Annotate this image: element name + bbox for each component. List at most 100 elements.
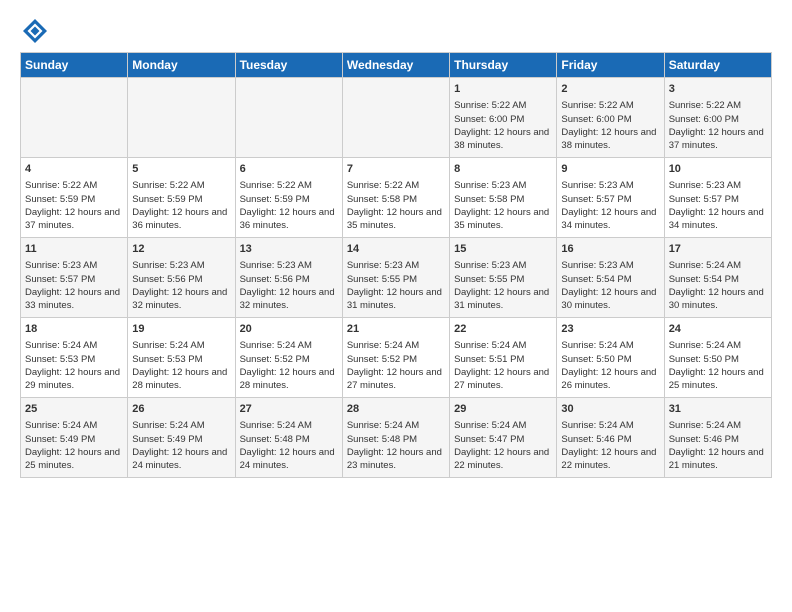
cell-content: Sunrise: 5:24 AMSunset: 5:50 PMDaylight:…: [669, 339, 767, 392]
day-number: 15: [454, 242, 552, 257]
calendar-cell: [342, 78, 449, 158]
cell-content: Sunrise: 5:22 AMSunset: 5:59 PMDaylight:…: [25, 179, 123, 232]
calendar-cell: 25 Sunrise: 5:24 AMSunset: 5:49 PMDayligh…: [21, 398, 128, 478]
day-number: 28: [347, 402, 445, 417]
calendar-cell: 15 Sunrise: 5:23 AMSunset: 5:55 PMDayligh…: [450, 238, 557, 318]
logo-icon: [20, 16, 50, 46]
calendar-cell: 23Sunrise: 5:24 AMSunset: 5:50 PMDayligh…: [557, 318, 664, 398]
calendar-cell: 21Sunrise: 5:24 AMSunset: 5:52 PMDayligh…: [342, 318, 449, 398]
calendar-cell: 2 Sunrise: 5:22 AMSunset: 6:00 PMDaylight…: [557, 78, 664, 158]
cell-content: Sunrise: 5:23 AMSunset: 5:58 PMDaylight:…: [454, 179, 552, 232]
day-number: 2: [561, 82, 659, 97]
cell-content: Sunrise: 5:23 AMSunset: 5:57 PMDaylight:…: [25, 259, 123, 312]
weekday-header: Thursday: [450, 53, 557, 78]
calendar-cell: 28 Sunrise: 5:24 AMSunset: 5:48 PMDayligh…: [342, 398, 449, 478]
calendar-cell: 22 Sunrise: 5:24 AMSunset: 5:51 PMDayligh…: [450, 318, 557, 398]
day-number: 27: [240, 402, 338, 417]
cell-content: Sunrise: 5:22 AMSunset: 6:00 PMDaylight:…: [669, 99, 767, 152]
cell-content: Sunrise: 5:24 AMSunset: 5:52 PMDaylight:…: [240, 339, 338, 392]
day-number: 1: [454, 82, 552, 97]
day-number: 29: [454, 402, 552, 417]
day-number: 24: [669, 322, 767, 337]
day-number: 12: [132, 242, 230, 257]
calendar-cell: 8Sunrise: 5:23 AMSunset: 5:58 PMDaylight…: [450, 158, 557, 238]
calendar-cell: [128, 78, 235, 158]
calendar-cell: 14 Sunrise: 5:23 AMSunset: 5:55 PMDayligh…: [342, 238, 449, 318]
calendar-week-row: 4 Sunrise: 5:22 AMSunset: 5:59 PMDaylight…: [21, 158, 772, 238]
day-number: 14: [347, 242, 445, 257]
calendar-cell: 6Sunrise: 5:22 AMSunset: 5:59 PMDaylight…: [235, 158, 342, 238]
day-number: 9: [561, 162, 659, 177]
weekday-header: Saturday: [664, 53, 771, 78]
calendar-week-row: 18 Sunrise: 5:24 AMSunset: 5:53 PMDayligh…: [21, 318, 772, 398]
calendar-cell: 30 Sunrise: 5:24 AMSunset: 5:46 PMDayligh…: [557, 398, 664, 478]
calendar-cell: 19Sunrise: 5:24 AMSunset: 5:53 PMDayligh…: [128, 318, 235, 398]
weekday-header: Wednesday: [342, 53, 449, 78]
cell-content: Sunrise: 5:24 AMSunset: 5:48 PMDaylight:…: [240, 419, 338, 472]
day-number: 17: [669, 242, 767, 257]
cell-content: Sunrise: 5:23 AMSunset: 5:55 PMDaylight:…: [347, 259, 445, 312]
weekday-header: Monday: [128, 53, 235, 78]
calendar-cell: 10 Sunrise: 5:23 AMSunset: 5:57 PMDayligh…: [664, 158, 771, 238]
day-number: 26: [132, 402, 230, 417]
cell-content: Sunrise: 5:24 AMSunset: 5:54 PMDaylight:…: [669, 259, 767, 312]
cell-content: Sunrise: 5:24 AMSunset: 5:53 PMDaylight:…: [25, 339, 123, 392]
weekday-header-row: SundayMondayTuesdayWednesdayThursdayFrid…: [21, 53, 772, 78]
calendar-week-row: 11 Sunrise: 5:23 AMSunset: 5:57 PMDayligh…: [21, 238, 772, 318]
calendar-week-row: 1 Sunrise: 5:22 AMSunset: 6:00 PMDaylight…: [21, 78, 772, 158]
calendar-week-row: 25 Sunrise: 5:24 AMSunset: 5:49 PMDayligh…: [21, 398, 772, 478]
cell-content: Sunrise: 5:23 AMSunset: 5:57 PMDaylight:…: [561, 179, 659, 232]
day-number: 19: [132, 322, 230, 337]
calendar-cell: [235, 78, 342, 158]
day-number: 10: [669, 162, 767, 177]
day-number: 21: [347, 322, 445, 337]
calendar-cell: 31 Sunrise: 5:24 AMSunset: 5:46 PMDayligh…: [664, 398, 771, 478]
calendar-cell: 3 Sunrise: 5:22 AMSunset: 6:00 PMDaylight…: [664, 78, 771, 158]
cell-content: Sunrise: 5:23 AMSunset: 5:57 PMDaylight:…: [669, 179, 767, 232]
day-number: 7: [347, 162, 445, 177]
day-number: 30: [561, 402, 659, 417]
weekday-header: Friday: [557, 53, 664, 78]
logo: [20, 16, 54, 46]
day-number: 25: [25, 402, 123, 417]
calendar-table: SundayMondayTuesdayWednesdayThursdayFrid…: [20, 52, 772, 478]
day-number: 31: [669, 402, 767, 417]
cell-content: Sunrise: 5:24 AMSunset: 5:48 PMDaylight:…: [347, 419, 445, 472]
calendar-cell: 9 Sunrise: 5:23 AMSunset: 5:57 PMDaylight…: [557, 158, 664, 238]
cell-content: Sunrise: 5:24 AMSunset: 5:46 PMDaylight:…: [561, 419, 659, 472]
cell-content: Sunrise: 5:24 AMSunset: 5:51 PMDaylight:…: [454, 339, 552, 392]
day-number: 11: [25, 242, 123, 257]
day-number: 22: [454, 322, 552, 337]
day-number: 13: [240, 242, 338, 257]
cell-content: Sunrise: 5:22 AMSunset: 6:00 PMDaylight:…: [561, 99, 659, 152]
weekday-header: Tuesday: [235, 53, 342, 78]
calendar-cell: 7 Sunrise: 5:22 AMSunset: 5:58 PMDaylight…: [342, 158, 449, 238]
cell-content: Sunrise: 5:22 AMSunset: 5:59 PMDaylight:…: [240, 179, 338, 232]
day-number: 3: [669, 82, 767, 97]
calendar-cell: 12 Sunrise: 5:23 AMSunset: 5:56 PMDayligh…: [128, 238, 235, 318]
calendar-cell: [21, 78, 128, 158]
cell-content: Sunrise: 5:24 AMSunset: 5:49 PMDaylight:…: [132, 419, 230, 472]
calendar-cell: 13 Sunrise: 5:23 AMSunset: 5:56 PMDayligh…: [235, 238, 342, 318]
calendar-cell: 5Sunrise: 5:22 AMSunset: 5:59 PMDaylight…: [128, 158, 235, 238]
day-number: 4: [25, 162, 123, 177]
calendar-cell: 4 Sunrise: 5:22 AMSunset: 5:59 PMDaylight…: [21, 158, 128, 238]
day-number: 20: [240, 322, 338, 337]
cell-content: Sunrise: 5:23 AMSunset: 5:56 PMDaylight:…: [132, 259, 230, 312]
cell-content: Sunrise: 5:24 AMSunset: 5:47 PMDaylight:…: [454, 419, 552, 472]
day-number: 23: [561, 322, 659, 337]
calendar-cell: 18 Sunrise: 5:24 AMSunset: 5:53 PMDayligh…: [21, 318, 128, 398]
day-number: 18: [25, 322, 123, 337]
cell-content: Sunrise: 5:22 AMSunset: 6:00 PMDaylight:…: [454, 99, 552, 152]
cell-content: Sunrise: 5:23 AMSunset: 5:56 PMDaylight:…: [240, 259, 338, 312]
calendar-cell: 16Sunrise: 5:23 AMSunset: 5:54 PMDayligh…: [557, 238, 664, 318]
calendar-cell: 29 Sunrise: 5:24 AMSunset: 5:47 PMDayligh…: [450, 398, 557, 478]
cell-content: Sunrise: 5:22 AMSunset: 5:58 PMDaylight:…: [347, 179, 445, 232]
day-number: 5: [132, 162, 230, 177]
calendar-cell: 17 Sunrise: 5:24 AMSunset: 5:54 PMDayligh…: [664, 238, 771, 318]
calendar-cell: 1 Sunrise: 5:22 AMSunset: 6:00 PMDaylight…: [450, 78, 557, 158]
cell-content: Sunrise: 5:24 AMSunset: 5:49 PMDaylight:…: [25, 419, 123, 472]
cell-content: Sunrise: 5:24 AMSunset: 5:46 PMDaylight:…: [669, 419, 767, 472]
cell-content: Sunrise: 5:23 AMSunset: 5:55 PMDaylight:…: [454, 259, 552, 312]
weekday-header: Sunday: [21, 53, 128, 78]
